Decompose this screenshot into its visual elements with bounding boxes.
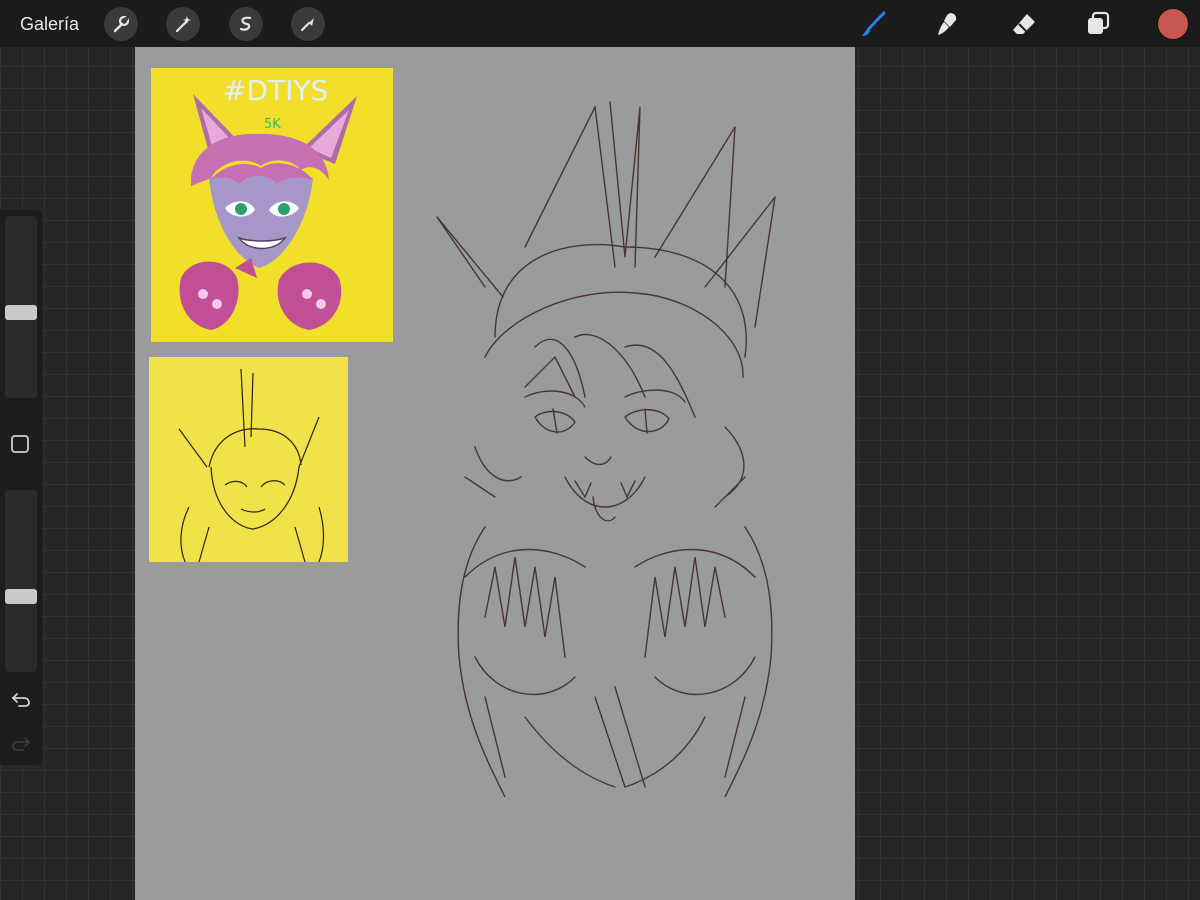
brush-tool-button[interactable] (857, 7, 891, 41)
redo-button[interactable] (9, 732, 33, 756)
magic-wand-icon (173, 14, 193, 34)
smudge-icon (933, 10, 961, 38)
color-picker-button[interactable] (1158, 9, 1188, 39)
brush-size-thumb[interactable] (5, 304, 37, 320)
wrench-icon (111, 14, 131, 34)
actions-button[interactable] (104, 7, 138, 41)
eraser-icon (1010, 10, 1038, 38)
brush-size-slider[interactable] (5, 216, 37, 398)
undo-button[interactable] (9, 688, 33, 712)
drawing-canvas[interactable]: #DTIYS 5K (135, 47, 855, 900)
layers-icon (1084, 10, 1112, 38)
gallery-button[interactable]: Galería (20, 13, 79, 35)
left-sidebar (0, 210, 42, 765)
square-icon[interactable] (11, 435, 29, 453)
transform-button[interactable] (291, 7, 325, 41)
reference-image-sketch (149, 357, 348, 562)
brush-icon (860, 10, 888, 38)
top-toolbar: Galería (0, 0, 1200, 47)
undo-icon (11, 692, 31, 708)
transform-arrow-icon (298, 14, 318, 34)
eraser-tool-button[interactable] (1007, 7, 1041, 41)
opacity-slider[interactable] (5, 490, 37, 672)
selection-icon (236, 14, 256, 34)
redo-icon (11, 736, 31, 752)
handwritten-5k-text: 5K (264, 117, 281, 132)
smudge-tool-button[interactable] (930, 7, 964, 41)
reference-image-colored: #DTIYS 5K (151, 68, 393, 342)
layers-button[interactable] (1081, 7, 1115, 41)
handwritten-dtiys-text: #DTIYS (223, 74, 328, 107)
selection-button[interactable] (229, 7, 263, 41)
pencil-sketch (425, 97, 805, 797)
opacity-thumb[interactable] (5, 588, 37, 604)
adjustments-button[interactable] (166, 7, 200, 41)
